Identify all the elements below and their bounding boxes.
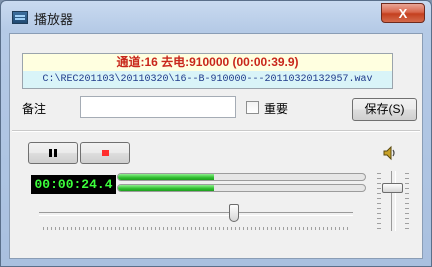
volume-slider-thumb[interactable] (382, 182, 403, 193)
level-meter-left (117, 173, 366, 181)
volume-ticks-left (377, 173, 381, 231)
pause-button[interactable] (28, 142, 78, 164)
separator (12, 130, 420, 132)
level-meter-right-fill (118, 185, 215, 191)
stop-icon (102, 150, 109, 156)
elapsed-time: 00:00:24.4 (31, 175, 116, 194)
file-path: C:\REC201103\20110320\16--B-910000---201… (23, 71, 392, 88)
level-meter-right (117, 184, 366, 192)
window-title: 播放器 (34, 12, 74, 27)
player-panel: 通道:16 去电:910000 (00:00:39.9) C:\REC20110… (9, 33, 423, 259)
note-input[interactable] (80, 96, 236, 118)
volume-slider-track[interactable] (391, 171, 396, 231)
seek-slider-ticks (43, 227, 349, 230)
speaker-icon[interactable] (382, 145, 398, 161)
pause-icon (49, 149, 52, 157)
seek-slider-track[interactable] (39, 212, 353, 216)
channel-info: 通道:16 去电:910000 (00:00:39.9) (23, 54, 392, 71)
recording-info: 通道:16 去电:910000 (00:00:39.9) C:\REC20110… (22, 53, 393, 89)
player-window-icon (12, 11, 28, 24)
seek-slider-thumb[interactable] (228, 204, 239, 222)
level-meter-left-fill (118, 174, 215, 180)
save-button[interactable]: 保存(S) (352, 98, 417, 121)
stop-button[interactable] (80, 142, 130, 164)
important-label[interactable]: 重要 (264, 100, 288, 117)
title-bar[interactable]: 播放器 X (1, 1, 431, 33)
note-label: 备注 (22, 102, 47, 116)
player-window: 播放器 X 通道:16 去电:910000 (00:00:39.9) C:\RE… (0, 0, 432, 267)
volume-ticks-right (405, 173, 409, 231)
important-checkbox[interactable] (246, 101, 259, 114)
close-button[interactable]: X (381, 3, 425, 23)
